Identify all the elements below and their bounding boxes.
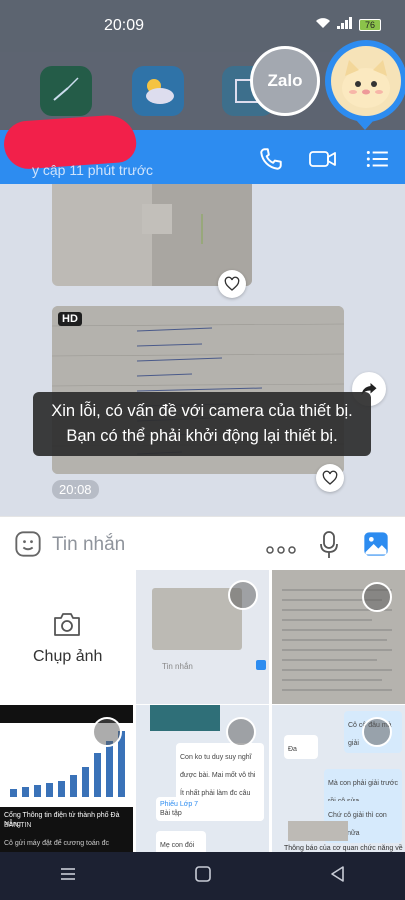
zalo-logo-text: Zalo: [267, 71, 303, 90]
gallery-thumbnail[interactable]: Cô cô đâu mà giải Đa Mà con phải giải tr…: [272, 705, 405, 852]
image-gallery-icon[interactable]: [362, 530, 390, 563]
last-seen-status: y cập 11 phút trước: [32, 162, 154, 178]
camera-icon: [52, 610, 82, 643]
message-input[interactable]: Tin nhắn: [52, 534, 125, 556]
clock-app-icon: [40, 66, 92, 116]
chat-thumb-notice: Thông báo của cơ quan chức năng về việc: [284, 845, 403, 852]
wifi-icon: [315, 17, 331, 32]
recent-apps-icon[interactable]: [59, 866, 77, 887]
gallery-thumbnail[interactable]: [272, 570, 405, 704]
system-navigation-bar: [0, 852, 405, 900]
select-circle[interactable]: [228, 580, 258, 610]
more-options-icon[interactable]: [266, 541, 296, 559]
capture-photo-button[interactable]: Chụp ảnh: [0, 570, 133, 704]
message-timestamp: 20:08: [52, 480, 99, 499]
gallery-thumbnail[interactable]: Con ko tu duy suy nghĩ được bài. Mai mốt…: [136, 705, 269, 852]
signal-icon: [337, 17, 353, 32]
select-circle[interactable]: [226, 717, 256, 747]
back-icon[interactable]: [329, 865, 347, 888]
gallery-thumbnail[interactable]: Tin nhắn: [136, 570, 269, 704]
photo-picker-gallery: Chụp ảnh Tin nhắn Cổng Thông tin điện tử…: [0, 570, 405, 852]
weather-app-icon: [132, 66, 184, 116]
capture-photo-label: Chụp ảnh: [33, 648, 103, 665]
status-time: 20:09: [104, 17, 145, 34]
contact-chat-head[interactable]: [325, 40, 405, 122]
battery-indicator: 76: [359, 18, 381, 31]
bubble-pointer: [356, 120, 374, 130]
chat-thumb-note: Phiếu Lớp 7 Bài tập: [156, 797, 206, 821]
select-circle[interactable]: [92, 717, 122, 747]
news-caption-sub: BẢN TIN: [4, 822, 32, 829]
cat-avatar-icon: [342, 60, 390, 108]
menu-list-icon[interactable]: [364, 146, 394, 172]
select-circle[interactable]: [362, 582, 392, 612]
camera-error-toast: Xin lỗi, có vấn đề với camera của thiết …: [33, 392, 371, 456]
status-icons: 76: [315, 17, 381, 32]
chat-thumb-message: Mẹ con đói: [156, 831, 206, 852]
status-bar: 20:09 76: [0, 0, 405, 52]
avatar: [331, 46, 401, 116]
heart-reaction-icon[interactable]: [316, 464, 344, 492]
message-input-bar: Tin nhắn: [0, 516, 405, 570]
phone-call-icon[interactable]: [258, 146, 288, 172]
photo-message[interactable]: [52, 184, 252, 286]
chat-messages-area[interactable]: HD 20:08: [0, 184, 405, 516]
chat-thumb-message: Đa: [284, 735, 318, 759]
zalo-chat-head[interactable]: Zalo: [250, 46, 320, 116]
sticker-emoji-icon[interactable]: [14, 530, 42, 563]
hd-badge: HD: [58, 312, 82, 326]
select-circle[interactable]: [362, 717, 392, 747]
news-caption-extra: Cô gửi máy đặt để cương toán đc: [4, 840, 110, 847]
gallery-thumbnail[interactable]: Cổng Thông tin điện tử thành phố Đà Nẵng…: [0, 705, 133, 852]
heart-reaction-icon[interactable]: [218, 270, 246, 298]
home-icon[interactable]: [194, 865, 212, 888]
thumb-input-placeholder: Tin nhắn: [162, 662, 193, 671]
video-call-icon[interactable]: [308, 146, 338, 172]
microphone-icon[interactable]: [318, 530, 340, 565]
